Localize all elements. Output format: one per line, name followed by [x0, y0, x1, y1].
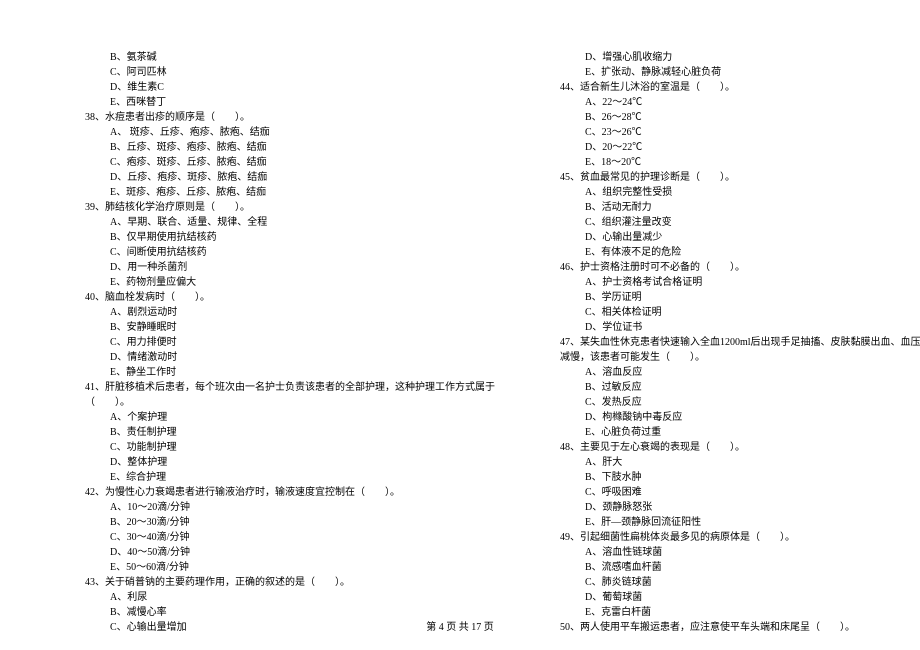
option: D、心输出量减少	[535, 230, 920, 245]
option: C、用力排便时	[60, 335, 495, 350]
option: A、组织完整性受损	[535, 185, 920, 200]
question-41-cont: （ ）。	[60, 395, 495, 410]
option: D、维生素C	[60, 80, 495, 95]
option: B、减慢心率	[60, 605, 495, 620]
option: B、安静睡眠时	[60, 320, 495, 335]
option: B、20～30滴/分钟	[60, 515, 495, 530]
left-column: B、氨茶碱 C、阿司匹林 D、维生素C E、西咪替丁 38、水痘患者出疹的顺序是…	[60, 50, 495, 635]
option: A、护士资格考试合格证明	[535, 275, 920, 290]
option: C、组织灌注量改变	[535, 215, 920, 230]
option: C、30～40滴/分钟	[60, 530, 495, 545]
question-43: 43、关于硝普钠的主要药理作用，正确的叙述的是（ ）。	[60, 575, 495, 590]
exam-page: B、氨茶碱 C、阿司匹林 D、维生素C E、西咪替丁 38、水痘患者出疹的顺序是…	[60, 50, 860, 635]
question-48: 48、主要见于左心衰竭的表现是（ ）。	[535, 440, 920, 455]
option: B、26～28℃	[535, 110, 920, 125]
option: E、斑疹、疱疹、丘疹、脓疱、结痂	[60, 185, 495, 200]
option: A、溶血性链球菌	[535, 545, 920, 560]
option: B、下肢水肿	[535, 470, 920, 485]
option: C、肺炎链球菌	[535, 575, 920, 590]
page-footer: 第 4 页 共 17 页	[0, 620, 920, 635]
question-39: 39、肺结核化学治疗原则是（ ）。	[60, 200, 495, 215]
option: B、责任制护理	[60, 425, 495, 440]
option: E、静坐工作时	[60, 365, 495, 380]
option: A、肝大	[535, 455, 920, 470]
option: D、学位证书	[535, 320, 920, 335]
option: D、丘疹、疱疹、斑疹、脓疱、结痂	[60, 170, 495, 185]
option: D、枸橼酸钠中毒反应	[535, 410, 920, 425]
option: E、综合护理	[60, 470, 495, 485]
option: B、氨茶碱	[60, 50, 495, 65]
option: E、肝—颈静脉回流征阳性	[535, 515, 920, 530]
question-42: 42、为慢性心力衰竭患者进行输液治疗时，输液速度宜控制在（ ）。	[60, 485, 495, 500]
option: D、40～50滴/分钟	[60, 545, 495, 560]
option: E、扩张动、静脉减轻心脏负荷	[535, 65, 920, 80]
option: B、流感嗜血杆菌	[535, 560, 920, 575]
right-column: D、增强心肌收缩力 E、扩张动、静脉减轻心脏负荷 44、适合新生儿沐浴的室温是（…	[535, 50, 920, 635]
option: E、有体液不足的危险	[535, 245, 920, 260]
option: E、药物剂量应偏大	[60, 275, 495, 290]
question-40: 40、脑血栓发病时（ ）。	[60, 290, 495, 305]
option: C、23～26℃	[535, 125, 920, 140]
option: A、溶血反应	[535, 365, 920, 380]
option: D、20～22℃	[535, 140, 920, 155]
question-38: 38、水痘患者出疹的顺序是（ ）。	[60, 110, 495, 125]
option: E、18～20℃	[535, 155, 920, 170]
option: C、功能制护理	[60, 440, 495, 455]
option: B、学历证明	[535, 290, 920, 305]
option: B、过敏反应	[535, 380, 920, 395]
option: A、22～24℃	[535, 95, 920, 110]
question-44: 44、适合新生儿沐浴的室温是（ ）。	[535, 80, 920, 95]
option: D、颈静脉怒张	[535, 500, 920, 515]
option: B、活动无耐力	[535, 200, 920, 215]
option: E、50～60滴/分钟	[60, 560, 495, 575]
option: B、仅早期使用抗结核药	[60, 230, 495, 245]
question-47-cont: 减慢，该患者可能发生（ ）。	[535, 350, 920, 365]
question-46: 46、护士资格注册时可不必备的（ ）。	[535, 260, 920, 275]
option: C、疱疹、斑疹、丘疹、脓疱、结痂	[60, 155, 495, 170]
option: D、用一种杀菌剂	[60, 260, 495, 275]
option: E、心脏负荷过重	[535, 425, 920, 440]
option: E、西咪替丁	[60, 95, 495, 110]
option: A、剧烈运动时	[60, 305, 495, 320]
question-49: 49、引起细菌性扁桃体炎最多见的病原体是（ ）。	[535, 530, 920, 545]
question-41: 41、肝脏移植术后患者，每个班次由一名护士负责该患者的全部护理，这种护理工作方式…	[60, 380, 495, 395]
option: C、呼吸困难	[535, 485, 920, 500]
option: A、早期、联合、适量、规律、全程	[60, 215, 495, 230]
option: C、阿司匹林	[60, 65, 495, 80]
option: C、间断使用抗结核药	[60, 245, 495, 260]
option: D、情绪激动时	[60, 350, 495, 365]
option: A、利尿	[60, 590, 495, 605]
option: D、增强心肌收缩力	[535, 50, 920, 65]
option: E、克雷白杆菌	[535, 605, 920, 620]
option: D、葡萄球菌	[535, 590, 920, 605]
question-47: 47、某失血性休克患者快速输入全血1200ml后出现手足抽搐、皮肤黏膜出血、血压…	[535, 335, 920, 350]
question-45: 45、贫血最常见的护理诊断是（ ）。	[535, 170, 920, 185]
option: B、丘疹、斑疹、疱疹、脓疱、结痂	[60, 140, 495, 155]
option: A、个案护理	[60, 410, 495, 425]
option: D、整体护理	[60, 455, 495, 470]
option: C、发热反应	[535, 395, 920, 410]
option: C、相关体检证明	[535, 305, 920, 320]
option: A、 斑疹、丘疹、疱疹、脓疱、结痂	[60, 125, 495, 140]
option: A、10～20滴/分钟	[60, 500, 495, 515]
